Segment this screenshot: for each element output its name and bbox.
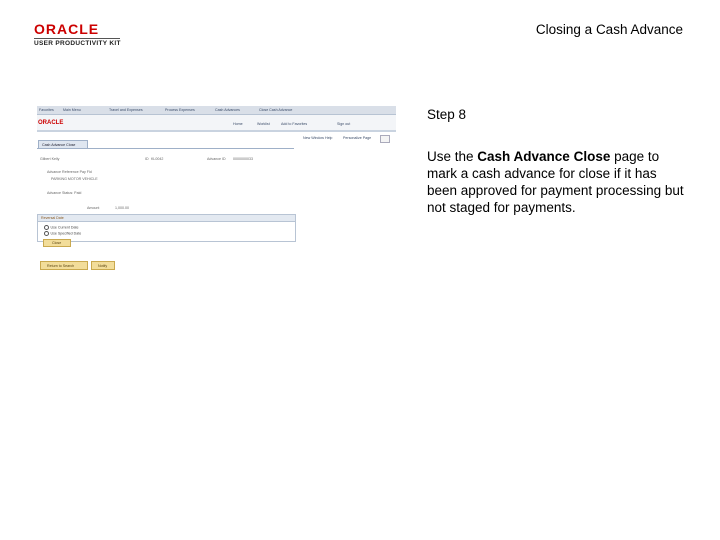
- radio-icon: [44, 231, 49, 236]
- screenshot-close-label: Close: [52, 241, 62, 245]
- screenshot-group-title: Reversal Date: [41, 216, 64, 220]
- screenshot-line2: PARKING MOTOR VEHICLE: [51, 177, 98, 181]
- screenshot-group-header: Reversal Date: [38, 215, 295, 222]
- screenshot-close-button: Close: [43, 239, 71, 247]
- screenshot-id-value: KL0042: [151, 157, 164, 161]
- screenshot-advance-label: Advance ID: [207, 157, 226, 161]
- logo-brand: ORACLE: [34, 21, 100, 37]
- logo-product: USER PRODUCTIVITY KIT: [34, 40, 121, 47]
- screenshot-reversal-group: Reversal Date Use Current Date Use Speci…: [37, 214, 296, 242]
- screenshot-notify-label: Notify: [98, 263, 108, 268]
- screenshot-radio-specified: Use Specified Date: [44, 231, 81, 236]
- screenshot-radio-current: Use Current Date: [44, 225, 78, 230]
- screenshot-advance-value: 0000000033: [233, 157, 253, 161]
- step-label: Step 8: [427, 107, 467, 122]
- step-text-before: Use the: [427, 149, 478, 164]
- screenshot-page-link: New Window: [303, 136, 324, 140]
- screenshot-nav-item: Travel and Expenses: [109, 108, 143, 112]
- oracle-upk-logo: ORACLE USER PRODUCTIVITY KIT: [34, 22, 126, 47]
- screenshot-return-button: Return to Search: [40, 261, 88, 270]
- screenshot-radio1-label: Use Current Date: [50, 225, 79, 230]
- screenshot-return-label: Return to Search: [47, 263, 75, 268]
- step-text-bold: Cash Advance Close: [477, 149, 611, 164]
- screenshot-nav-bar: Favorites Main Menu Travel and Expenses …: [37, 106, 396, 115]
- screenshot-nav-item: Main Menu: [63, 108, 81, 112]
- page-title: Closing a Cash Advance: [535, 22, 683, 37]
- radio-icon: [44, 225, 49, 230]
- screenshot-page-link: Help: [325, 136, 333, 140]
- screenshot-line3: Advance Status: Paid: [47, 191, 82, 195]
- screenshot-page-link: Personalize Page: [343, 136, 372, 140]
- screenshot-page-box: [380, 135, 390, 143]
- screenshot-thumbnail: Favorites Main Menu Travel and Expenses …: [37, 106, 396, 271]
- step-description: Use the Cash Advance Close page to mark …: [427, 148, 687, 216]
- screenshot-tab-label: Cash Advance Close: [42, 142, 76, 147]
- screenshot-nav-item: Cash Advances: [215, 108, 240, 112]
- screenshot-amount-value: 1,000.00: [115, 206, 129, 210]
- screenshot-brand: ORACLE: [38, 120, 64, 126]
- screenshot-nav-item: Process Expenses: [165, 108, 195, 112]
- screenshot-tab-line: [37, 148, 294, 149]
- screenshot-divider: [37, 130, 396, 132]
- screenshot-header-link: Worklist: [257, 122, 270, 126]
- screenshot-notify-button: Notify: [91, 261, 115, 270]
- screenshot-radio2-label: Use Specified Date: [50, 231, 82, 236]
- screenshot-line1: Advance Reference Pay Fld: [47, 170, 92, 174]
- screenshot-nav-item: Favorites: [39, 108, 54, 112]
- logo-divider: [34, 38, 120, 39]
- screenshot-header-link: Add to Favorites: [281, 122, 308, 126]
- screenshot-header-link: Sign out: [337, 122, 351, 126]
- screenshot-amount-label: Amount: [87, 206, 100, 210]
- screenshot-employee: Gilbert Kelly: [40, 157, 60, 161]
- screenshot-id-label: ID: [145, 157, 149, 161]
- screenshot-nav-item: Close Cash Advance: [259, 108, 293, 112]
- screenshot-header-link: Home: [233, 122, 243, 126]
